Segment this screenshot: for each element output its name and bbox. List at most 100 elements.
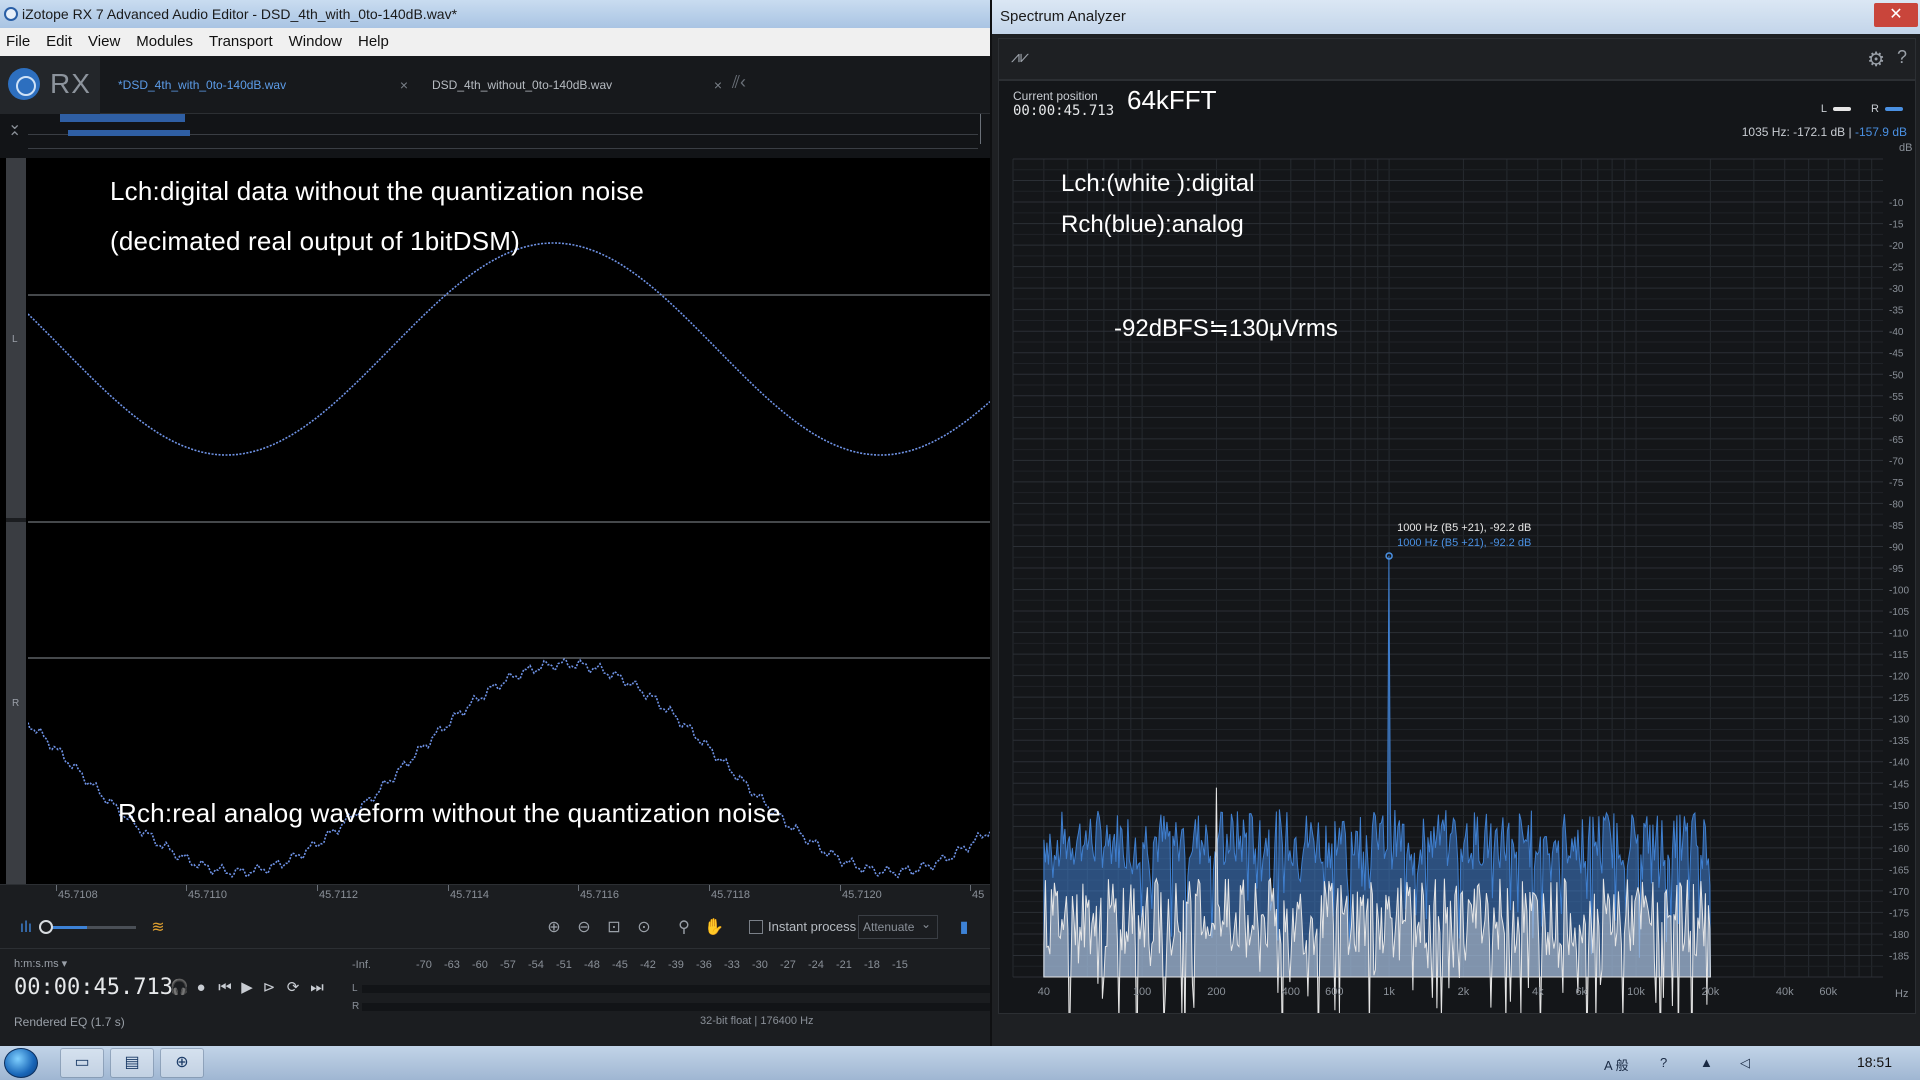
y-tick-label: -175: [1889, 908, 1909, 919]
x-tick-label: 6k: [1575, 986, 1587, 998]
x-tick-label: 100: [1133, 986, 1151, 998]
zoom-out-icon[interactable]: ⊖: [574, 918, 594, 938]
spectrogram-view-icon[interactable]: ≋: [148, 918, 168, 938]
menu-transport[interactable]: Transport: [209, 28, 273, 56]
status-text: Rendered EQ (1.7 s): [14, 1015, 125, 1029]
tray-volume-icon[interactable]: ◁: [1740, 1055, 1750, 1071]
tab-close-icon[interactable]: ×: [714, 74, 722, 96]
instant-process-checkbox[interactable]: [749, 920, 763, 934]
sa-title-bar: Spectrum Analyzer ✕: [992, 0, 1920, 34]
play-button[interactable]: ▶: [238, 979, 256, 997]
instant-process-mode-select[interactable]: Attenuate: [858, 913, 938, 939]
menu-edit[interactable]: Edit: [46, 28, 72, 56]
waveform-display[interactable]: L R Lch:digital data without the quantiz…: [0, 158, 994, 884]
x-tick-label: 600: [1325, 986, 1343, 998]
legend-r-swatch: [1885, 107, 1903, 112]
y-tick-label: -155: [1889, 822, 1909, 833]
annotation-lch: Lch:digital data without the quantizatio…: [110, 176, 645, 206]
overview-selection: [60, 114, 185, 122]
app-icon: [4, 7, 18, 21]
waveform-overview[interactable]: ⌄ ⌃: [0, 114, 994, 158]
meter-scale-label: -27: [780, 959, 796, 971]
overview-line: [28, 148, 978, 149]
meter-label-r: R: [352, 1001, 360, 1012]
level-meter-l: [362, 985, 992, 993]
x-tick-label: 4k: [1532, 986, 1544, 998]
legend-l: L: [1821, 103, 1851, 115]
zoom-in-icon[interactable]: ⊕: [544, 918, 564, 938]
zoom-slider[interactable]: [46, 926, 136, 929]
start-button[interactable]: [4, 1048, 38, 1078]
loop-button[interactable]: ⟳: [284, 979, 302, 997]
title-bar: iZotope RX 7 Advanced Audio Editor - DSD…: [0, 0, 994, 28]
annotation-lch-sub: (decimated real output of 1bitDSM): [110, 226, 520, 256]
hz-unit-label: Hz: [1895, 988, 1908, 1000]
skip-back-button[interactable]: ⏮: [216, 979, 234, 997]
overview-selection: [68, 130, 190, 136]
waveform-view-icon[interactable]: ılı: [16, 918, 36, 938]
help-icon[interactable]: ?: [1897, 47, 1907, 68]
menu-file[interactable]: File: [6, 28, 30, 56]
y-tick-label: -115: [1889, 650, 1909, 661]
legend-r: R: [1871, 103, 1903, 115]
meter-scale-label: -39: [668, 959, 684, 971]
hand-tool-icon[interactable]: ✋: [704, 918, 724, 938]
channel-divider: [6, 518, 26, 522]
play-selection-button[interactable]: ⊳: [260, 979, 278, 997]
spectrum-panel[interactable]: Current position 00:00:45.713 64kFFT L R…: [998, 80, 1916, 1014]
record-button[interactable]: ●: [192, 979, 210, 997]
time-format-select[interactable]: h:m:s.ms ▾: [14, 957, 67, 970]
meter-scale-label: -60: [472, 959, 488, 971]
time-tick: 45.7112: [319, 889, 358, 901]
spectrum-analyzer-window: Spectrum Analyzer ✕ ⩘⩗ ⚙ ? Current posit…: [990, 0, 1920, 1046]
y-tick-label: -110: [1889, 629, 1909, 640]
clock-time[interactable]: 18:51: [1857, 1054, 1892, 1070]
menu-view[interactable]: View: [88, 28, 120, 56]
y-tick-label: -95: [1889, 564, 1904, 575]
tray-network-icon[interactable]: ▲: [1700, 1055, 1713, 1070]
menu-window[interactable]: Window: [289, 28, 342, 56]
time-ruler[interactable]: 45.7108 45.7110 45.7112 45.7114 45.7116 …: [0, 884, 994, 906]
magnify-icon[interactable]: ⚲: [674, 918, 694, 938]
tab-overflow-icon[interactable]: ⫽‹: [732, 72, 746, 93]
x-tick-label: 10k: [1627, 986, 1645, 998]
menu-help[interactable]: Help: [358, 28, 389, 56]
zoom-selection-icon[interactable]: ⊡: [604, 918, 624, 938]
tray-help-icon[interactable]: ?: [1660, 1055, 1667, 1070]
legend-r-label: R: [1871, 103, 1879, 115]
sample-format-text: 32-bit float | 176400 Hz: [700, 1015, 814, 1027]
meter-scale-label: -15: [892, 959, 908, 971]
spec-annotation-level: -92dBFS≒130μVrms: [1114, 315, 1338, 342]
taskbar-izotope-icon[interactable]: ⊕: [160, 1048, 204, 1078]
spec-annotation-lch: Lch:(white ):digital: [1061, 170, 1254, 197]
headphones-icon[interactable]: 🎧: [170, 979, 189, 997]
menu-modules[interactable]: Modules: [136, 28, 193, 56]
taskbar-app-explorer-icon[interactable]: ▭: [60, 1048, 104, 1078]
gear-icon[interactable]: ⚙: [1867, 47, 1885, 72]
zoom-fit-icon[interactable]: ⊙: [634, 918, 654, 938]
tab-file-without[interactable]: DSD_4th_without_0to-140dB.wav ×: [432, 74, 722, 96]
collapse-icon[interactable]: ⌄ ⌃: [8, 117, 21, 147]
y-tick-label: -25: [1889, 263, 1904, 274]
izotope-logo-icon: [8, 68, 40, 100]
fft-size-annotation: 64kFFT: [1127, 85, 1217, 115]
rx-logo-text: RX: [50, 68, 91, 99]
tab-close-icon[interactable]: ×: [400, 74, 408, 96]
tray-ime-icon[interactable]: A 般: [1604, 1055, 1629, 1074]
zoom-slider-handle[interactable]: [39, 920, 53, 934]
sa-close-button[interactable]: ✕: [1874, 3, 1918, 27]
y-tick-label: -135: [1889, 736, 1909, 747]
spectrum-mode-icon[interactable]: ⩘⩗: [1011, 49, 1029, 67]
level-meter-scale: -Inf. -70 -63 -60 -57 -54 -51 -48 -45 -42 -39 -36 -3…: [352, 959, 992, 973]
channel-strip: [6, 158, 26, 884]
tab-file-with[interactable]: *DSD_4th_with_0to-140dB.wav ×: [118, 74, 408, 96]
legend-l-swatch: [1833, 107, 1851, 112]
y-tick-label: -165: [1889, 865, 1909, 876]
taskbar-folder-icon[interactable]: ▤: [110, 1048, 154, 1078]
selection-tool-icon[interactable]: ▮: [954, 918, 974, 938]
meter-scale-label: -24: [808, 959, 824, 971]
current-position-value: 00:00:45.713: [1013, 103, 1115, 119]
overview-playhead: [980, 114, 981, 144]
current-position-label: Current position: [1013, 89, 1098, 103]
skip-forward-button[interactable]: ⏭: [308, 979, 326, 997]
